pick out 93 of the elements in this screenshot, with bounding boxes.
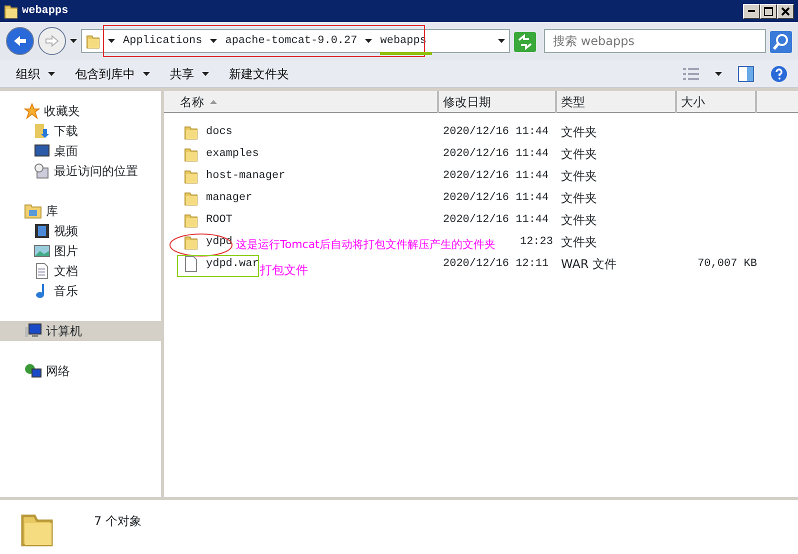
network-icon	[24, 363, 42, 379]
date-cell: 2020/12/16 11:44	[443, 126, 549, 138]
type-cell-text: WAR 文件	[560, 256, 618, 273]
refresh-button[interactable]	[514, 29, 536, 53]
view-caret-icon[interactable]	[715, 72, 722, 76]
folder-icon	[4, 3, 18, 19]
file-icon	[184, 256, 198, 272]
type-cell-text: 文件夹	[560, 146, 598, 163]
caret-icon[interactable]	[202, 72, 209, 76]
date-cell: 2020/12/16 11:44	[443, 214, 549, 226]
folder-icon	[184, 190, 198, 206]
type-cell-text: 文件夹	[560, 234, 598, 251]
breadcrumb-caret-icon[interactable]	[108, 39, 115, 43]
help-icon[interactable]	[770, 64, 788, 82]
annotation-text: 这是运行Tomcat后自动将打包文件解压产生的文件夹	[236, 236, 496, 253]
search-icon	[770, 30, 792, 53]
search-button[interactable]	[770, 29, 792, 53]
folder-icon	[184, 146, 198, 162]
image-icon	[34, 243, 50, 259]
search-field[interactable]: 搜索 webapps	[544, 29, 766, 53]
breadcrumb-item[interactable]: apache-tomcat-9.0.27	[225, 32, 358, 50]
breadcrumb-caret-icon[interactable]	[210, 39, 218, 43]
recent-places-icon	[34, 163, 50, 179]
address-dropdown-icon[interactable]	[498, 39, 505, 43]
document-icon	[34, 263, 50, 279]
forward-button[interactable]	[38, 27, 66, 55]
toolbar-button[interactable]: 新建文件夹	[223, 62, 295, 84]
film-icon	[34, 223, 50, 239]
maximize-icon	[764, 6, 773, 16]
type-cell-text: 文件夹	[560, 168, 598, 185]
sidebar-item[interactable]: 图片	[0, 241, 161, 261]
date-cell: 2020/12/16 11:44	[443, 148, 549, 160]
column-header[interactable]: 大小	[677, 91, 757, 113]
date-cell: 2020/12/16 11:44	[443, 192, 549, 204]
toolbar-button[interactable]: 组织	[10, 62, 61, 84]
folder-icon	[184, 124, 198, 140]
highlight-ellipse	[169, 232, 233, 257]
toolbar-button[interactable]: 共享	[164, 62, 215, 84]
back-arrow-icon	[13, 35, 27, 47]
type-cell-text: 文件夹	[560, 124, 598, 141]
close-icon	[781, 6, 790, 16]
breadcrumb-item[interactable]: Applications	[123, 32, 202, 50]
sidebar-item[interactable]: 网络	[0, 361, 161, 381]
view-options-icon[interactable]	[683, 68, 699, 80]
date-cell: 2020/12/16 11:44	[443, 170, 549, 182]
size-cell-text: 70,007 KB	[696, 256, 757, 272]
file-name[interactable]: docs	[206, 124, 232, 140]
file-name[interactable]: host-manager	[206, 168, 286, 184]
column-header[interactable]: 修改日期	[439, 91, 557, 113]
item-count: 7 个对象	[94, 513, 142, 530]
caret-icon[interactable]	[143, 72, 150, 76]
history-caret-icon[interactable]	[70, 39, 77, 43]
sidebar-item[interactable]: 最近访问的位置	[0, 161, 161, 181]
computer-icon	[24, 323, 42, 339]
file-name[interactable]: manager	[206, 190, 252, 206]
annotation-text: 打包文件	[260, 262, 308, 279]
sidebar-item[interactable]: 视频	[0, 221, 161, 241]
close-button[interactable]	[777, 4, 794, 18]
type-cell-text: 文件夹	[560, 212, 598, 229]
folder-icon	[86, 33, 100, 49]
star-icon	[24, 103, 40, 119]
minimize-icon	[748, 10, 755, 12]
type-cell-text: 文件夹	[560, 190, 598, 207]
refresh-icon	[514, 32, 536, 52]
folder-icon	[184, 168, 198, 184]
maximize-button[interactable]	[760, 4, 777, 18]
sidebar-item[interactable]: 文档	[0, 261, 161, 281]
folder-icon	[184, 212, 198, 228]
sidebar-item[interactable]: 库	[0, 201, 161, 221]
preview-pane-icon[interactable]	[738, 66, 754, 82]
column-header[interactable]: 名称	[164, 91, 439, 113]
date-cell: 2020/12/16 12:11	[443, 258, 549, 270]
caret-icon[interactable]	[48, 72, 55, 76]
sidebar-item[interactable]: 收藏夹	[0, 101, 161, 121]
folder-icon	[184, 234, 198, 250]
library-icon	[24, 203, 42, 219]
breadcrumb-caret-icon[interactable]	[365, 39, 372, 43]
date-cell: 12:23	[520, 236, 553, 248]
window-title: webapps	[22, 4, 68, 19]
file-name[interactable]: ROOT	[206, 212, 232, 228]
sidebar-item[interactable]: 计算机	[0, 321, 161, 341]
sidebar-item[interactable]: 音乐	[0, 281, 161, 301]
download-folder-icon	[34, 123, 50, 139]
back-button[interactable]	[6, 27, 34, 55]
column-header[interactable]: 类型	[557, 91, 677, 113]
file-name[interactable]: examples	[206, 146, 259, 162]
desktop-icon	[34, 143, 50, 159]
minimize-button[interactable]	[743, 4, 760, 18]
forward-arrow-icon	[45, 35, 59, 47]
sidebar-item[interactable]: 下载	[0, 121, 161, 141]
toolbar-button[interactable]: 包含到库中	[69, 62, 156, 84]
underline-mark	[380, 52, 432, 56]
sidebar-item[interactable]: 桌面	[0, 141, 161, 161]
